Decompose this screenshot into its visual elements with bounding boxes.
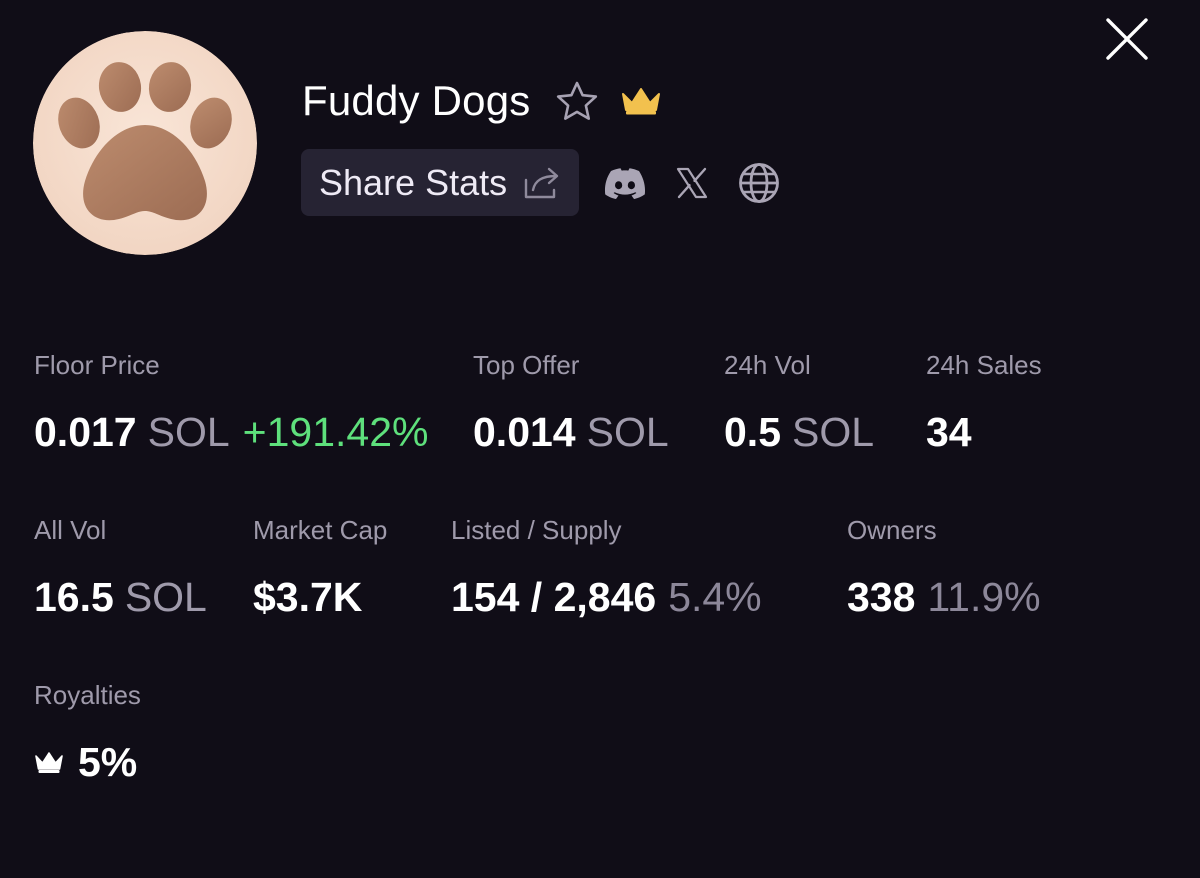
stat-floor-price: Floor Price 0.017 SOL +191.42% xyxy=(34,352,428,453)
stat-royalties: Royalties 5% xyxy=(34,682,141,783)
star-icon xyxy=(557,81,598,120)
x-link[interactable] xyxy=(670,161,714,205)
collection-avatar xyxy=(33,31,257,255)
vol-24h-unit: SOL xyxy=(792,409,875,455)
stat-24h-sales: 24h Sales 34 xyxy=(926,352,1042,453)
close-button[interactable] xyxy=(1102,14,1152,64)
stat-all-vol: All Vol 16.5 SOL xyxy=(34,517,207,618)
sales-24h-label: 24h Sales xyxy=(926,350,1042,380)
owners-value: 338 xyxy=(847,574,916,620)
listed-supply-label: Listed / Supply xyxy=(451,515,622,545)
market-cap-value-row: $3.7K xyxy=(253,577,387,618)
owners-percent: 11.9% xyxy=(927,574,1041,620)
collection-name: Fuddy Dogs xyxy=(302,77,531,124)
favorite-button[interactable] xyxy=(554,78,600,124)
floor-price-label: Floor Price xyxy=(34,350,160,380)
all-vol-label: All Vol xyxy=(34,515,107,545)
royalties-value: 5% xyxy=(78,739,138,785)
floor-price-unit: SOL xyxy=(147,409,230,455)
owners-label: Owners xyxy=(847,515,937,545)
share-stats-button[interactable]: Share Stats xyxy=(301,149,580,216)
vol-24h-label: 24h Vol xyxy=(724,350,811,380)
close-icon xyxy=(1106,18,1148,60)
owners-value-row: 338 11.9% xyxy=(847,577,1041,618)
stat-top-offer: Top Offer 0.014 SOL xyxy=(473,352,669,453)
share-icon xyxy=(523,166,561,200)
stat-24h-vol: 24h Vol 0.5 SOL xyxy=(724,352,874,453)
all-vol-value: 16.5 xyxy=(34,574,114,620)
market-cap-value: $3.7K xyxy=(253,574,363,620)
stat-listed-supply: Listed / Supply 154 / 2,846 5.4% xyxy=(451,517,762,618)
title-row: Fuddy Dogs xyxy=(302,72,662,130)
x-icon xyxy=(677,167,708,198)
globe-icon xyxy=(739,162,780,203)
actions-row: Share Stats xyxy=(301,149,781,216)
floor-price-value: 0.017 xyxy=(34,409,137,455)
all-vol-value-row: 16.5 SOL xyxy=(34,577,207,618)
royalties-label: Royalties xyxy=(34,680,141,710)
sales-24h-value-row: 34 xyxy=(926,412,1042,453)
paw-logo xyxy=(33,31,257,255)
floor-price-value-row: 0.017 SOL +191.42% xyxy=(34,412,428,453)
crown-icon xyxy=(622,88,661,115)
listed-percent: 5.4% xyxy=(668,574,762,620)
listed-supply-value: 154 / 2,846 xyxy=(451,574,657,620)
crown-icon xyxy=(34,751,64,775)
website-link[interactable] xyxy=(737,161,781,205)
royalties-value-row: 5% xyxy=(34,742,141,783)
top-offer-unit: SOL xyxy=(586,409,669,455)
vol-24h-value-row: 0.5 SOL xyxy=(724,412,874,453)
share-stats-label: Share Stats xyxy=(319,161,508,203)
verified-badge xyxy=(620,84,662,118)
stat-owners: Owners 338 11.9% xyxy=(847,517,1041,618)
stat-market-cap: Market Cap $3.7K xyxy=(253,517,387,618)
vol-24h-value: 0.5 xyxy=(724,409,781,455)
top-offer-value-row: 0.014 SOL xyxy=(473,412,669,453)
discord-icon xyxy=(605,167,646,199)
top-offer-label: Top Offer xyxy=(473,350,580,380)
listed-supply-value-row: 154 / 2,846 5.4% xyxy=(451,577,762,618)
all-vol-unit: SOL xyxy=(124,574,207,620)
market-cap-label: Market Cap xyxy=(253,515,388,545)
floor-price-change: +191.42% xyxy=(242,409,429,455)
sales-24h-value: 34 xyxy=(926,409,972,455)
discord-link[interactable] xyxy=(603,161,647,205)
top-offer-value: 0.014 xyxy=(473,409,576,455)
